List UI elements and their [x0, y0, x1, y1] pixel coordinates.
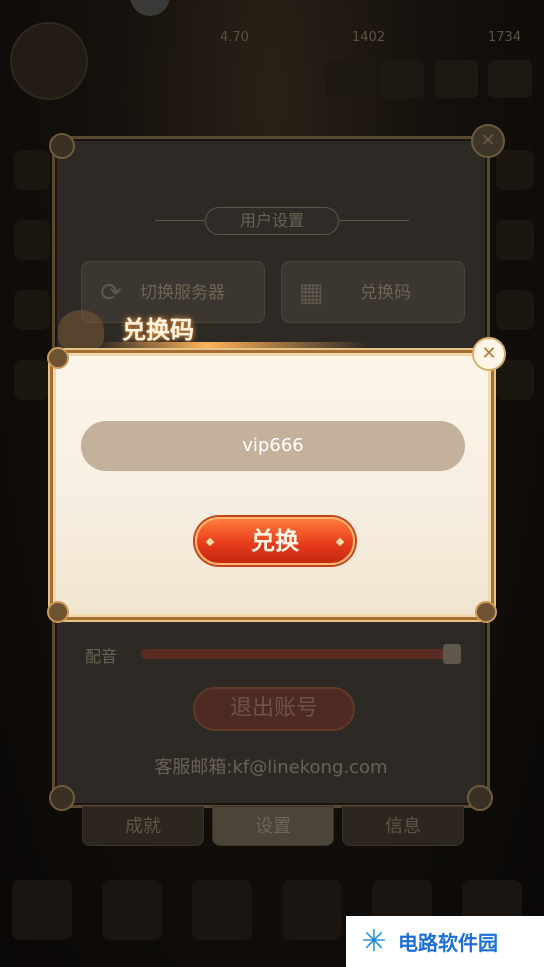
settings-title: 用户设置 — [205, 207, 339, 235]
snowflake-logo-icon: ✳ — [361, 923, 387, 959]
nav-icon[interactable] — [192, 880, 252, 940]
corner-ornament — [475, 601, 497, 623]
resource-value: 1734 — [488, 30, 522, 45]
settings-tabs: 成就 设置 信息 — [82, 806, 464, 846]
redeem-code-input[interactable]: vip666 — [81, 421, 465, 471]
logout-button[interactable]: 退出账号 — [193, 687, 355, 731]
voice-label: 配音 — [85, 647, 118, 666]
redeem-dialog-title: 兑换码 — [122, 316, 194, 344]
settings-header: 用户设置 — [55, 207, 487, 235]
voice-setting: 配音 — [85, 643, 465, 666]
refresh-icon: ⟳ — [100, 278, 122, 308]
nav-icon[interactable] — [102, 880, 162, 940]
menu-icon[interactable] — [488, 60, 532, 98]
corner-ornament — [467, 785, 493, 811]
gift-icon: ▦ — [298, 278, 324, 308]
tab-settings[interactable]: 设置 — [212, 806, 334, 846]
corner-ornament — [49, 785, 75, 811]
nav-icon[interactable] — [282, 880, 342, 940]
menu-icon[interactable] — [326, 60, 370, 98]
tab-info[interactable]: 信息 — [342, 806, 464, 846]
menu-icon[interactable] — [434, 60, 478, 98]
nav-icon[interactable] — [12, 880, 72, 940]
top-menu-icons — [326, 60, 532, 98]
redeem-code-label: 兑换码 — [360, 283, 411, 303]
close-icon[interactable]: ✕ — [471, 124, 505, 158]
button-ornament — [335, 537, 345, 547]
voice-slider-fill — [141, 649, 447, 659]
button-ornament — [205, 537, 215, 547]
corner-ornament — [49, 133, 75, 159]
corner-ornament — [47, 601, 69, 623]
watermark-text: 电路软件园 — [398, 931, 498, 955]
resource-value: 4.70 — [220, 30, 249, 45]
tab-achievements[interactable]: 成就 — [82, 806, 204, 846]
redeem-dialog-header: 兑换码 — [58, 306, 368, 354]
voice-slider-handle[interactable] — [443, 644, 461, 664]
resource-bar: 4.70 1402 1734 — [0, 14, 544, 54]
support-email: 客服邮箱:kf@linekong.com — [154, 757, 388, 778]
voice-slider[interactable] — [141, 644, 461, 664]
redeem-dialog: vip666 兑换 — [47, 347, 497, 623]
watermark: ✳ 电路软件园 — [346, 916, 544, 967]
redeem-button[interactable]: 兑换 — [195, 517, 355, 565]
corner-ornament — [47, 347, 69, 369]
resource-value: 1402 — [352, 30, 386, 45]
close-icon[interactable]: ✕ — [472, 337, 506, 371]
redeem-button-label: 兑换 — [251, 527, 299, 555]
menu-icon[interactable] — [380, 60, 424, 98]
